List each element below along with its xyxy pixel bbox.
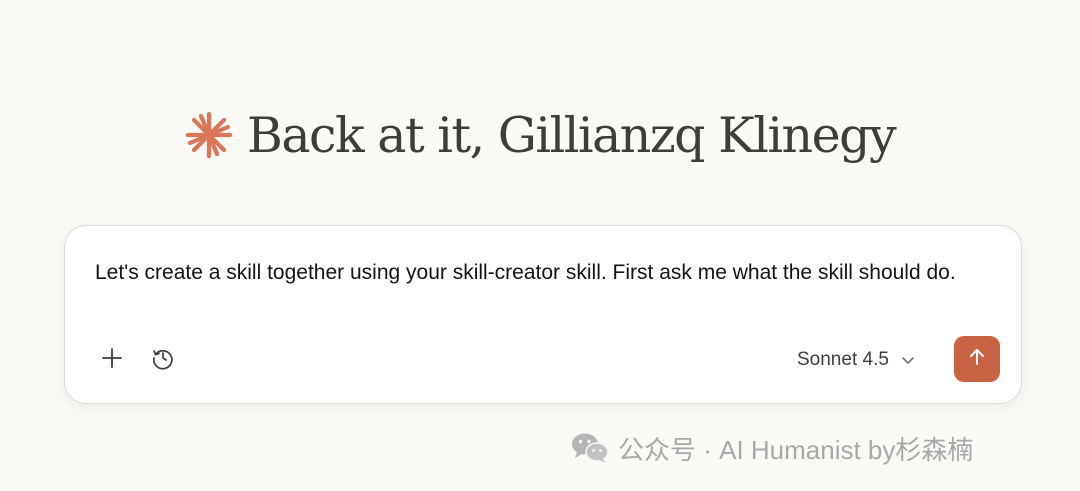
greeting-title: Back at it, Gillianzq Klinegy bbox=[246, 106, 897, 164]
plus-icon bbox=[101, 347, 123, 374]
watermark: 公众号 · AI Humanist by杉森楠 bbox=[570, 428, 973, 468]
arrow-up-icon bbox=[967, 347, 987, 372]
greeting: Back at it, Gillianzq Klinegy bbox=[0, 100, 1080, 170]
chat-composer: Let's create a skill together using your… bbox=[64, 225, 1022, 404]
page: Back at it, Gillianzq Klinegy Let's crea… bbox=[0, 0, 1080, 491]
chevron-down-icon bbox=[901, 353, 915, 367]
model-label: Sonnet 4.5 bbox=[797, 349, 889, 370]
wechat-icon bbox=[570, 431, 610, 465]
send-button[interactable] bbox=[954, 336, 1000, 382]
watermark-text: 公众号 · AI Humanist by杉森楠 bbox=[618, 434, 974, 465]
history-button[interactable] bbox=[145, 342, 181, 378]
prompt-input[interactable]: Let's create a skill together using your… bbox=[95, 257, 985, 289]
model-selector[interactable]: Sonnet 4.5 bbox=[797, 342, 915, 378]
claude-starburst-icon bbox=[185, 111, 233, 159]
add-button[interactable] bbox=[94, 342, 130, 378]
clock-history-icon bbox=[151, 346, 175, 375]
